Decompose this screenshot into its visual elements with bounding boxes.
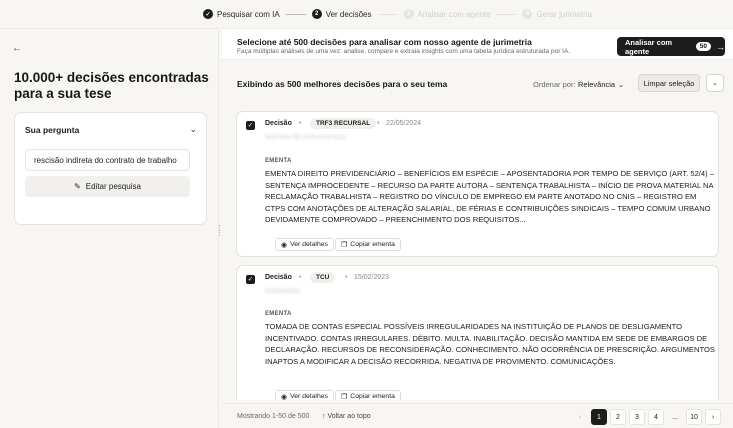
arrow-left-icon[interactable]: ← xyxy=(12,43,22,54)
pagination-footer: Mostrando 1-50 de 500 ↑ Voltar ao topo ‹… xyxy=(222,403,733,428)
decision-date: 22/05/2024 xyxy=(386,120,422,127)
check-icon: ✓ xyxy=(203,9,213,19)
step-label: Analisar com agente xyxy=(417,9,491,19)
decision-kind: Decisão xyxy=(265,120,292,127)
step-separator xyxy=(377,13,398,15)
question-input[interactable]: rescisão indireta do contrato de trabalh… xyxy=(25,149,190,171)
court-badge: TCU xyxy=(310,272,336,283)
step-search-ai[interactable]: ✓ Pesquisar com IA xyxy=(203,9,280,19)
chevron-down-icon: ⌄ xyxy=(712,80,718,87)
page-button[interactable]: 10 xyxy=(686,409,702,425)
decision-checkbox[interactable]: ✓ xyxy=(246,275,255,284)
court-badge: TRF3 RECURSAL xyxy=(310,118,377,129)
chevron-right-icon[interactable]: › xyxy=(705,409,721,425)
results-toolbar: Exibindo as 500 melhores decisões para o… xyxy=(222,64,733,100)
edit-search-label: Editar pesquisa xyxy=(85,182,141,191)
order-by-label: Ordenar por: xyxy=(533,80,576,89)
step-separator xyxy=(496,13,517,15)
step-analyze-agent[interactable]: 3 Analisar com agente xyxy=(403,9,491,19)
search-summary-panel: ← 10.000+ decisões encontradas para a su… xyxy=(0,28,219,428)
progress-stepper: ✓ Pesquisar com IA 2 Ver decisões 3 Anal… xyxy=(0,0,733,28)
back-to-top-link[interactable]: ↑ Voltar ao topo xyxy=(322,413,371,420)
decision-card: ✓ Decisão • TRF3 RECURSAL • 22/05/2024 5… xyxy=(236,111,719,257)
decision-checkbox[interactable]: ✓ xyxy=(246,121,255,130)
separator-dot: • xyxy=(377,120,380,127)
ementa-label: EMENTA xyxy=(265,311,292,317)
results-heading: Exibindo as 500 melhores decisões para o… xyxy=(237,79,448,89)
view-details-label: Ver detalhes xyxy=(290,241,328,248)
view-details-button[interactable]: ◉ Ver detalhes xyxy=(275,238,334,251)
step-jurimetrics[interactable]: 4 Gerar jurimetria xyxy=(522,9,592,19)
step-number: 4 xyxy=(522,9,533,19)
step-number: 2 xyxy=(311,9,322,19)
page-button[interactable]: 1 xyxy=(591,409,607,425)
arrow-up-icon: ↑ xyxy=(322,413,326,420)
selected-count-badge: 50 xyxy=(695,42,711,51)
decision-list: ✓ Decisão • TRF3 RECURSAL • 22/05/2024 5… xyxy=(222,103,733,400)
step-label: Gerar jurimetria xyxy=(536,9,593,19)
pagination: ‹ 1 2 3 4 ... 10 › xyxy=(572,409,724,425)
results-title: 10.000+ decisões encontradas para a sua … xyxy=(14,70,209,101)
copy-icon: ❐ xyxy=(341,393,348,401)
question-heading: Sua pergunta xyxy=(25,125,80,135)
chevron-down-icon[interactable]: ⌄ xyxy=(189,124,197,135)
copy-ementa-label: Copiar ementa xyxy=(350,241,395,248)
page-ellipsis: ... xyxy=(672,413,678,421)
ementa-text: TOMADA DE CONTAS ESPECIAL POSSÍVEIS IRRE… xyxy=(265,322,715,366)
question-card: Sua pergunta ⌄ rescisão indireta do cont… xyxy=(14,112,207,225)
decision-card: ✓ Decisão • TCU • 15/02/2023 02029/2023 … xyxy=(236,265,719,400)
step-label: Ver decisões xyxy=(325,9,372,19)
step-number: 3 xyxy=(403,9,414,19)
ementa-text: EMENTA DIREITO PREVIDENCIÁRIO – BENEFÍCI… xyxy=(265,169,714,224)
page-button[interactable]: 3 xyxy=(629,409,645,425)
separator-dot: • xyxy=(345,274,348,281)
back-to-top-label: Voltar ao topo xyxy=(327,413,371,420)
analyze-button-label: Analisar com agente xyxy=(625,37,673,56)
ementa-label: EMENTA xyxy=(265,158,292,164)
order-by-value: Relevância xyxy=(578,80,616,89)
order-by-select[interactable]: Relevância ⌄ xyxy=(578,80,624,89)
process-number: 5007541-09.2024.4.03.6311 xyxy=(265,134,347,141)
separator-dot: • xyxy=(299,274,302,281)
copy-ementa-button[interactable]: ❐ Copiar ementa xyxy=(335,238,401,251)
eye-icon: ◉ xyxy=(281,393,288,401)
analyze-with-agent-button[interactable]: Analisar com agente 50 → xyxy=(617,37,725,56)
step-label: Pesquisar com IA xyxy=(217,9,280,19)
chevron-down-icon: ⌄ xyxy=(618,82,624,89)
banner-title: Selecione até 500 decisões para analisar… xyxy=(237,37,532,47)
showing-range: Mostrando 1-50 de 500 xyxy=(237,413,310,420)
clear-selection-button[interactable]: Limpar seleção xyxy=(638,74,700,92)
eye-icon: ◉ xyxy=(281,241,288,249)
copy-icon: ❐ xyxy=(341,241,348,249)
decision-kind: Decisão xyxy=(265,274,292,281)
page-button[interactable]: 2 xyxy=(610,409,626,425)
separator-dot: • xyxy=(299,120,302,127)
more-options-button[interactable]: ⌄ xyxy=(706,74,724,92)
chevron-left-icon[interactable]: ‹ xyxy=(572,409,588,425)
decisions-panel: Selecione até 500 decisões para analisar… xyxy=(222,28,733,428)
arrow-right-icon: → xyxy=(716,41,725,52)
page-button[interactable]: 4 xyxy=(648,409,664,425)
copy-ementa-button[interactable]: ❐ Copiar ementa xyxy=(335,390,401,400)
banner-subtitle: Faça múltiplas análises de uma vez: anal… xyxy=(237,48,571,55)
view-details-button[interactable]: ◉ Ver detalhes xyxy=(275,390,334,400)
step-separator xyxy=(285,13,306,15)
agent-banner: Selecione até 500 decisões para analisar… xyxy=(222,28,733,60)
edit-search-button[interactable]: ✎ Editar pesquisa xyxy=(25,176,190,197)
decision-date: 15/02/2023 xyxy=(354,274,390,281)
step-view-decisions[interactable]: 2 Ver decisões xyxy=(311,9,372,19)
copy-ementa-label: Copiar ementa xyxy=(350,393,395,400)
view-details-label: Ver detalhes xyxy=(290,393,328,400)
pencil-icon: ✎ xyxy=(74,182,81,191)
process-number: 02029/2023 xyxy=(265,288,300,295)
